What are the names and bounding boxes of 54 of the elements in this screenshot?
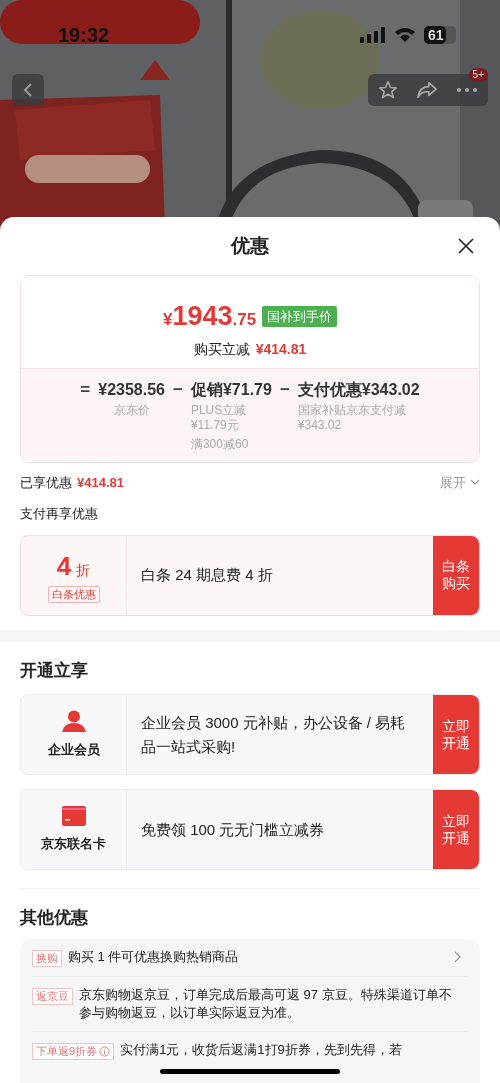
price-tag: 国补到手价 — [262, 305, 338, 327]
final-price: ¥1943.75 — [162, 300, 257, 333]
star-icon[interactable] — [378, 80, 398, 100]
person-icon — [61, 709, 86, 732]
membership-description: 企业会员 3000 元补贴，办公设备 / 易耗品一站式采购! — [140, 712, 407, 757]
offer-text: 实付满1元，收货后返满1打9折券，先到先得，若 — [120, 1040, 403, 1059]
action-button[interactable]: 白条购买 — [433, 535, 479, 615]
coupon-tag: 白条优惠 — [47, 586, 100, 603]
section-title: 其他优惠 — [19, 907, 89, 929]
more-icon[interactable] — [456, 87, 478, 93]
component-note: PLUS立减 — [190, 402, 248, 418]
chevron-left-icon — [22, 82, 34, 98]
back-button[interactable] — [12, 74, 44, 106]
action-button[interactable]: 立即开通 — [433, 695, 479, 774]
sheet-title: 优惠 — [231, 233, 269, 258]
credit-card-icon — [61, 805, 86, 826]
chevron-down-icon — [470, 479, 480, 486]
status-time: 19:32 — [58, 23, 110, 48]
offer-tag: 返京豆 — [32, 987, 73, 1005]
section-title: 支付再享优惠 — [19, 505, 99, 523]
membership-name: 企业会员 — [47, 740, 100, 759]
enjoyed-amount: ¥414.81 — [77, 473, 124, 492]
operator-sign: − — [173, 378, 183, 401]
share-icon[interactable] — [416, 80, 438, 100]
price-component: 支付优惠¥343.02 — [297, 379, 420, 400]
component-note: 国家补贴京东支付减 — [297, 402, 407, 418]
component-note: ¥11.79元 — [190, 417, 240, 433]
enjoyed-label: 已享优惠 — [20, 473, 72, 492]
membership-description: 免费领 100 元无门槛立减券 — [140, 819, 326, 840]
price-component: ¥2358.56 — [98, 379, 165, 400]
saving-amount: ¥414.81 — [255, 339, 307, 359]
action-button[interactable]: 立即开通 — [433, 790, 479, 869]
discount-value: 4 折 — [56, 550, 91, 583]
wifi-icon — [394, 27, 416, 43]
price-component: 促销¥71.79 — [190, 379, 272, 400]
offer-text: 购买 1 件可优惠换购热销商品 — [68, 947, 240, 966]
expand-toggle[interactable]: 展开 — [440, 472, 480, 492]
operator-sign: = — [80, 378, 91, 401]
section-title: 开通立享 — [19, 659, 89, 682]
close-button[interactable] — [456, 236, 476, 256]
notification-badge: 5+ — [468, 68, 488, 82]
membership-name: 京东联名卡 — [41, 834, 106, 853]
chevron-right-icon[interactable] — [454, 950, 462, 963]
battery-icon: 61 — [424, 26, 456, 44]
signal-icon — [360, 27, 386, 43]
saving-label: 购买立减 — [193, 339, 250, 359]
component-note: 京东价 — [113, 402, 150, 418]
coupon-description: 白条 24 期息费 4 折 — [140, 564, 274, 585]
component-note: 满300减60 — [190, 436, 250, 452]
offer-tag: 下单返9折券 — [32, 1042, 115, 1060]
component-note: ¥343.02 — [297, 417, 343, 433]
offer-text: 京东购物返京豆，订单完成后最高可返 97 京豆。特殊渠道订单不参与购物返豆，以订单实际返豆为准。 — [79, 985, 453, 1022]
operator-sign: − — [279, 378, 290, 401]
offer-tag: 换购 — [32, 949, 62, 967]
